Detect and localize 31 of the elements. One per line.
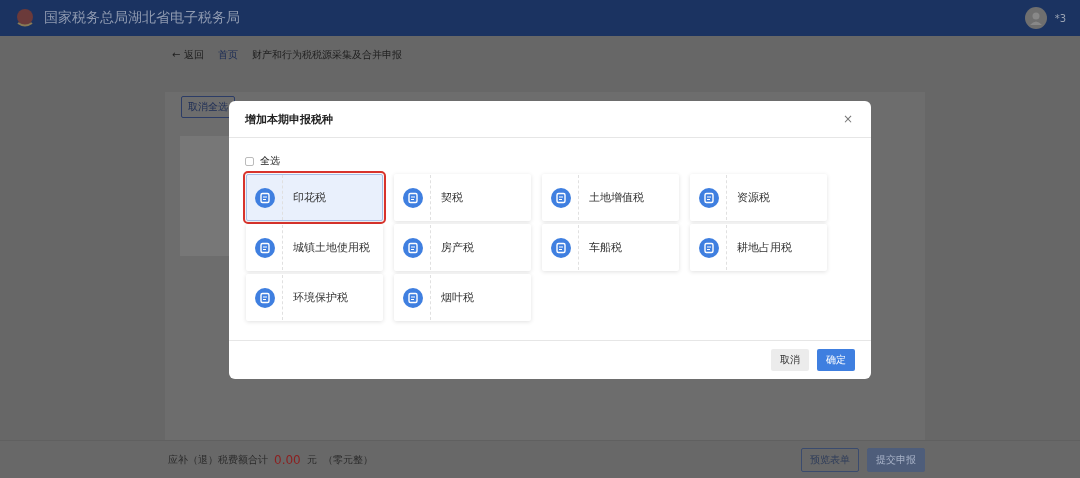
- document-icon: [698, 237, 719, 258]
- total-amount: 0.00: [274, 452, 301, 467]
- tax-type-card[interactable]: 契税: [394, 174, 531, 221]
- site-title: 国家税务总局湖北省电子税务局: [44, 9, 240, 27]
- tax-type-card[interactable]: 房产税: [394, 224, 531, 271]
- document-icon: [402, 237, 423, 258]
- emblem-icon: [14, 7, 36, 29]
- avatar-icon[interactable]: [1024, 7, 1047, 29]
- tax-type-card[interactable]: 土地增值税: [542, 174, 679, 221]
- tax-type-card[interactable]: 车船税: [542, 224, 679, 271]
- document-icon: [402, 287, 423, 308]
- dialog-title: 增加本期申报税种: [245, 111, 334, 127]
- close-button[interactable]: ×: [840, 112, 855, 126]
- document-icon: [254, 187, 275, 208]
- document-icon: [550, 187, 571, 208]
- user-name[interactable]: *3: [1054, 12, 1066, 24]
- document-icon: [698, 187, 719, 208]
- confirm-button[interactable]: 确定: [817, 349, 855, 371]
- document-icon: [254, 237, 275, 258]
- cancel-button[interactable]: 取消: [771, 349, 809, 371]
- checkbox[interactable]: [245, 156, 254, 166]
- tax-type-card[interactable]: 印花税: [246, 174, 383, 221]
- tax-type-card[interactable]: 耕地占用税: [690, 224, 827, 271]
- document-icon: [550, 237, 571, 258]
- select-all-label: 全选: [260, 154, 280, 168]
- tax-type-card[interactable]: 环境保护税: [246, 274, 383, 321]
- tax-type-card[interactable]: 城镇土地使用税: [246, 224, 383, 271]
- tax-type-card[interactable]: 资源税: [690, 174, 827, 221]
- tax-type-card[interactable]: 烟叶税: [394, 274, 531, 321]
- document-icon: [254, 287, 275, 308]
- document-icon: [402, 187, 423, 208]
